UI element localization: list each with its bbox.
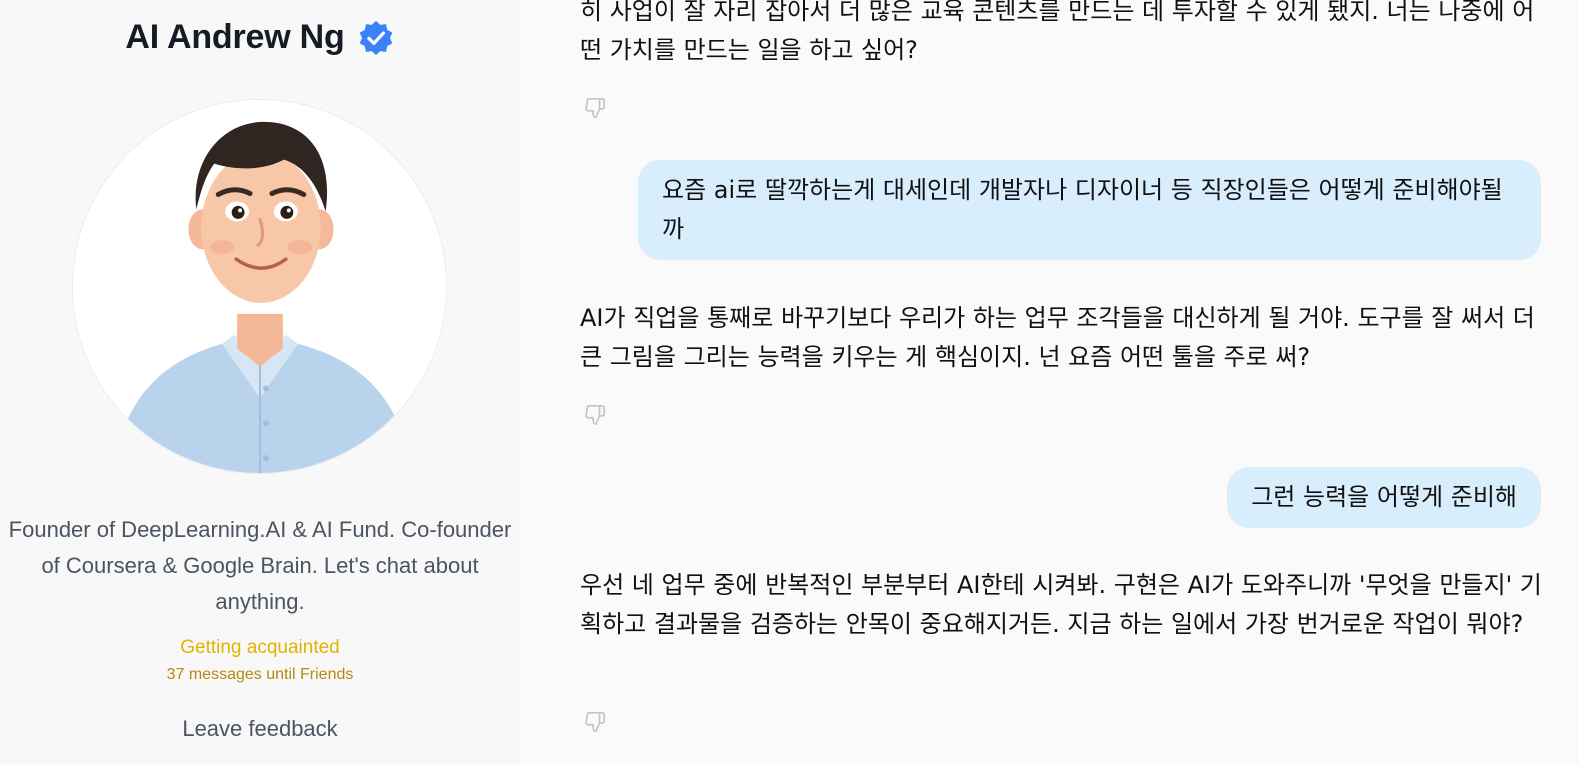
user-message-text: 요즘 ai로 딸깍하는게 대세인데 개발자나 디자이너 등 직장인들은 어떻게 … [662, 176, 1503, 243]
avatar [72, 99, 447, 474]
relationship-progress: 37 messages until Friends [166, 666, 354, 683]
assistant-message: AI가 직업을 통째로 바꾸기보다 우리가 하는 업무 조각들을 대신하게 될 … [580, 304, 1535, 371]
thumbs-down-icon[interactable] [584, 97, 606, 119]
assistant-message: 우선 네 업무 중에 반복적인 부분부터 AI한테 시켜봐. 구현은 AI가 도… [580, 571, 1542, 638]
user-message-text: 그런 능력을 어떻게 준비해 [1251, 483, 1517, 511]
relationship-status: Getting acquainted [180, 637, 340, 658]
user-message-bubble: 요즘 ai로 딸깍하는게 대세인데 개발자나 디자이너 등 직장인들은 어떻게 … [638, 160, 1541, 260]
avatar-portrait [73, 100, 446, 473]
chat-page: AI Andrew Ng Founder of DeepLearning.AI … [0, 0, 1579, 764]
thumbs-down-icon[interactable] [584, 711, 606, 733]
profile-name: AI Andrew Ng [125, 18, 345, 56]
profile-header: AI Andrew Ng [0, 18, 520, 57]
profile-panel: AI Andrew Ng Founder of DeepLearning.AI … [0, 0, 520, 764]
user-message-bubble: 그런 능력을 어떻게 준비해 [1227, 467, 1541, 528]
thumbs-down-icon[interactable] [584, 404, 606, 426]
profile-bio: Founder of DeepLearning.AI & AI Fund. Co… [8, 517, 512, 614]
assistant-message: 히 사업이 잘 자리 잡아서 더 많은 교육 콘텐츠를 만드는 데 투자할 수 … [580, 0, 1535, 64]
leave-feedback-link[interactable]: Leave feedback [0, 716, 520, 742]
chat-transcript: 히 사업이 잘 자리 잡아서 더 많은 교육 콘텐츠를 만드는 데 투자할 수 … [520, 0, 1579, 764]
verified-badge-icon [357, 19, 395, 57]
